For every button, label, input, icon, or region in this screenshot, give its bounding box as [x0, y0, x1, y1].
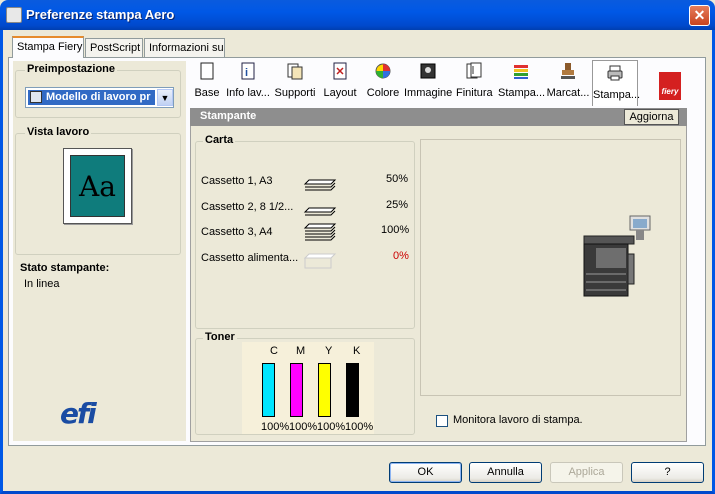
printer-status-label: Stato stampante:: [20, 262, 110, 274]
toner-level: 100%: [317, 421, 346, 433]
printer-status-value: In linea: [24, 278, 60, 290]
toolbar-colore[interactable]: Colore: [366, 62, 400, 106]
stack-icon: [514, 65, 528, 79]
image-icon: [420, 63, 436, 79]
media-icon: [287, 63, 303, 80]
info-icon: i: [241, 62, 255, 80]
toolbar-stampante[interactable]: Stampa...: [592, 60, 640, 106]
preset-selected-value: Modello di lavoro pr: [28, 90, 155, 105]
tray-name: Cassetto alimenta...: [201, 252, 299, 264]
preset-dropdown[interactable]: Modello di lavoro pr ▼: [25, 87, 174, 108]
tray-name: Cassetto 3, A4: [201, 226, 273, 238]
toner-bar-y: [318, 363, 331, 417]
toolbar-stampa-settings[interactable]: Stampa...: [498, 62, 545, 106]
job-preview-page: Aa: [63, 148, 132, 224]
color-wheel-icon: [375, 63, 391, 79]
job-view-label: Vista lavoro: [25, 126, 92, 138]
toolbar-finitura[interactable]: Finitura: [456, 62, 493, 106]
chevron-down-icon[interactable]: ▼: [157, 89, 173, 106]
tray-level: 50%: [386, 173, 409, 185]
toner-bar-m: [290, 363, 303, 417]
window-title: Preferenze stampa Aero: [26, 7, 175, 22]
tray-row: Cassetto 3, A4: [201, 226, 273, 242]
toolbar-layout[interactable]: Layout: [322, 62, 358, 106]
toolbar-marcatura[interactable]: Marcat...: [546, 62, 590, 106]
page-icon: [200, 62, 214, 80]
fiery-logo-text: fiery: [661, 87, 679, 96]
cancel-button[interactable]: Annulla: [469, 462, 542, 483]
tray-level: 25%: [386, 199, 409, 211]
toolbar-immagine[interactable]: Immagine: [404, 62, 452, 106]
printer-machine-image: [583, 215, 651, 297]
toolbar-info[interactable]: i Info lav...: [224, 62, 272, 106]
toner-level: 100%: [345, 421, 374, 433]
document-icon: [30, 91, 42, 103]
svg-text:i: i: [245, 67, 248, 79]
printer-icon: [6, 7, 22, 23]
efi-logo: efi: [60, 397, 97, 430]
tray-row: Cassetto 2, 8 1/2...: [201, 201, 293, 217]
toner-name: C: [270, 345, 278, 357]
ok-button[interactable]: OK: [389, 462, 462, 483]
tray-name: Cassetto 2, 8 1/2...: [201, 201, 294, 213]
toolbar-base[interactable]: Base: [192, 62, 222, 106]
tray-level-empty: 0%: [393, 250, 409, 262]
toner-fill: [263, 364, 274, 416]
paper-stack-icon: [303, 179, 337, 191]
toner-level: 100%: [289, 421, 318, 433]
paper-label: Carta: [203, 134, 236, 146]
toner-bar-c: [262, 363, 275, 417]
toner-fill: [291, 364, 302, 416]
toner-label: Toner: [203, 331, 237, 343]
tab-informazioni[interactable]: Informazioni su: [144, 38, 225, 57]
tab-postscript[interactable]: PostScript: [85, 38, 143, 57]
tab-stampa-fiery[interactable]: Stampa Fiery: [12, 36, 84, 58]
panel-header: Stampante: [190, 108, 687, 126]
tray-name: Cassetto 1, A3: [201, 175, 273, 187]
toner-name: M: [296, 345, 306, 357]
layout-icon: [333, 62, 347, 80]
monitor-checkbox[interactable]: [436, 415, 448, 427]
toner-name: Y: [325, 345, 333, 357]
close-button[interactable]: ✕: [689, 5, 710, 26]
toner-level: 100%: [261, 421, 290, 433]
toolbar-supporti[interactable]: Supporti: [274, 62, 316, 106]
help-button[interactable]: ?: [631, 462, 704, 483]
preset-label: Preimpostazione: [25, 63, 118, 75]
toner-fill: [347, 364, 358, 416]
tray-level: 100%: [381, 224, 410, 236]
tray-row: Cassetto alimenta...: [201, 252, 298, 268]
toner-name: K: [353, 345, 361, 357]
toner-fill: [319, 364, 330, 416]
apply-button[interactable]: Applica: [550, 462, 623, 483]
tray-row: Cassetto 1, A3: [201, 175, 273, 191]
preview-text: Aa: [70, 155, 125, 217]
paper-stack-icon: [303, 223, 337, 241]
empty-tray-icon: [303, 253, 337, 269]
panel-title: Stampante: [200, 110, 257, 122]
printer-icon: [607, 65, 623, 81]
finishing-icon: [466, 62, 482, 79]
fiery-logo: fiery: [659, 72, 681, 100]
monitor-label: Monitora lavoro di stampa.: [453, 414, 583, 426]
stamp-icon: [561, 63, 575, 79]
paper-stack-icon: [303, 207, 337, 216]
toner-bar-k: [346, 363, 359, 417]
refresh-button[interactable]: Aggiorna: [624, 109, 679, 125]
